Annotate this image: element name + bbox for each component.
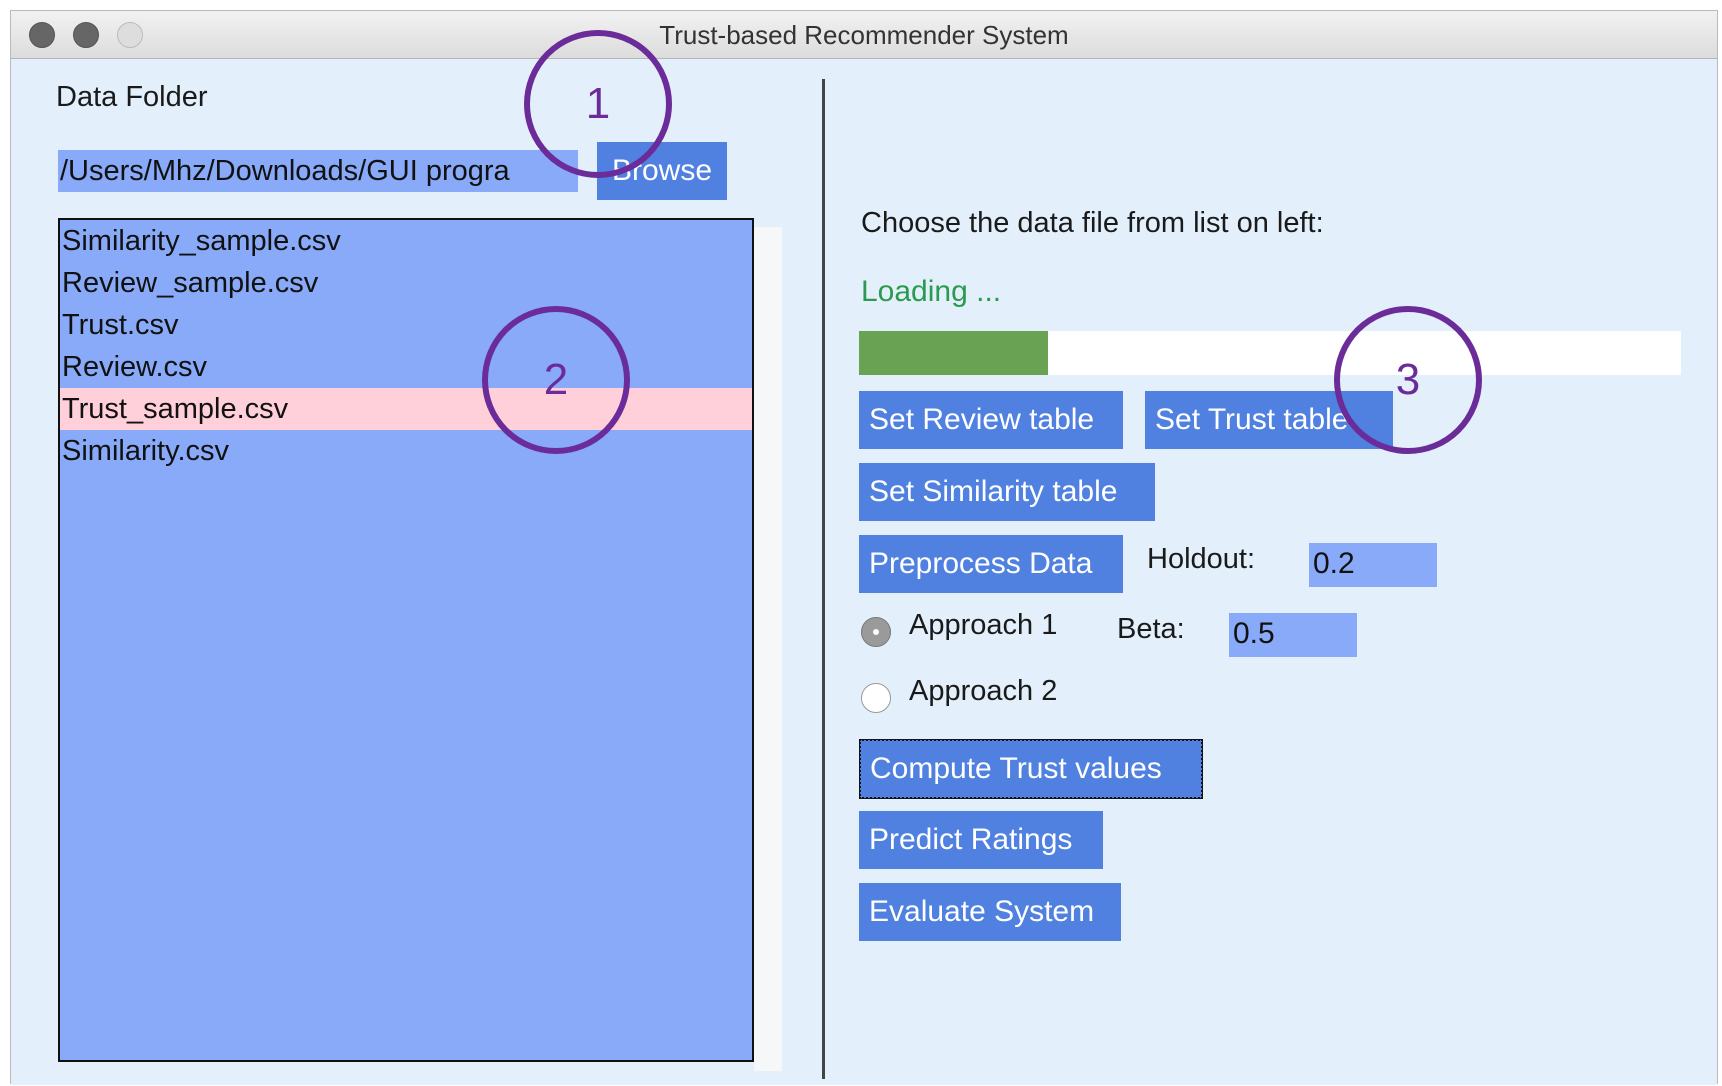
file-list-item[interactable]: Trust_sample.csv [60,388,752,430]
set-similarity-table-button[interactable]: Set Similarity table [859,463,1155,521]
approach-1-label: Approach 1 [909,609,1058,641]
file-list-item[interactable]: Similarity_sample.csv [60,220,752,262]
file-list-item[interactable]: Review.csv [60,346,752,388]
preprocess-data-button[interactable]: Preprocess Data [859,535,1123,593]
instruction-text: Choose the data file from list on left: [861,207,1324,239]
data-folder-label: Data Folder [56,81,208,113]
set-trust-table-button[interactable]: Set Trust table [1145,391,1393,449]
browse-button[interactable]: Browse [597,142,727,200]
main-content: Data Folder /Users/Mhz/Downloads/GUI pro… [11,59,1717,1085]
progress-fill [859,331,1049,375]
predict-ratings-button[interactable]: Predict Ratings [859,811,1103,869]
beta-label: Beta: [1117,613,1185,645]
panel-divider [822,79,825,1079]
holdout-input[interactable]: 0.2 [1309,543,1437,587]
set-review-table-button[interactable]: Set Review table [859,391,1123,449]
window-title: Trust-based Recommender System [659,20,1069,50]
approach-2-label: Approach 2 [909,675,1058,707]
title-bar[interactable]: Trust-based Recommender System [11,11,1717,59]
approach-2-radio[interactable] [861,683,891,713]
beta-input[interactable]: 0.5 [1229,613,1357,657]
file-list-item[interactable]: Review_sample.csv [60,262,752,304]
app-window: Trust-based Recommender System Data Fold… [10,10,1718,1085]
approach-1-radio[interactable] [861,617,891,647]
progress-bar [859,331,1681,375]
file-list-item[interactable]: Trust.csv [60,304,752,346]
evaluate-system-button[interactable]: Evaluate System [859,883,1121,941]
folder-path-field[interactable]: /Users/Mhz/Downloads/GUI progra [58,150,578,192]
file-list-scrollbar[interactable] [754,227,782,1071]
compute-trust-values-button[interactable]: Compute Trust values [859,739,1203,799]
file-list-item[interactable]: Similarity.csv [60,430,752,472]
holdout-label: Holdout: [1147,543,1256,575]
file-list[interactable]: Similarity_sample.csv Review_sample.csv Tr… [58,218,754,1062]
loading-status: Loading ... [861,275,1002,308]
